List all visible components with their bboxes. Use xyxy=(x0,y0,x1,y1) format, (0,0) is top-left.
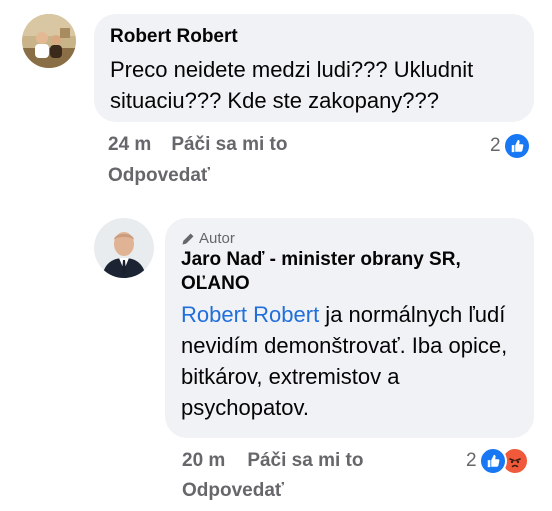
comment-bubble-robert: Robert Robert Preco neidete medzi ludi??… xyxy=(94,14,534,122)
reaction-count: 2 xyxy=(466,450,477,471)
like-button[interactable]: Páči sa mi to xyxy=(171,134,287,156)
comment-author[interactable]: Robert Robert xyxy=(110,26,518,48)
comment-author-line2: OĽANO xyxy=(181,273,250,294)
like-icon xyxy=(478,447,507,475)
author-badge: Autor xyxy=(181,230,518,247)
reaction-summary[interactable]: 2 xyxy=(490,132,531,160)
comment-actions: 24 m Páči sa mi to xyxy=(108,134,287,156)
comment-author-line1: Jaro Naď - minister obrany SR, xyxy=(181,249,461,270)
comment-timestamp[interactable]: 20 m xyxy=(182,450,225,472)
mention-link[interactable]: Robert Robert xyxy=(181,302,319,327)
comment-bubble-jaro: Autor Jaro Naď - minister obrany SR, OĽA… xyxy=(165,218,534,438)
pen-icon xyxy=(182,232,194,245)
like-button[interactable]: Páči sa mi to xyxy=(247,450,363,472)
reply-button[interactable]: Odpovedať xyxy=(108,165,210,187)
avatar-robert[interactable] xyxy=(22,14,76,68)
comment-timestamp[interactable]: 24 m xyxy=(108,134,151,156)
avatar-jaro[interactable] xyxy=(94,218,154,278)
comment-actions: 20 m Páči sa mi to xyxy=(182,450,363,472)
reaction-count: 2 xyxy=(490,135,501,156)
comment-text: Robert Robert ja normálnych ľudí nevidím… xyxy=(181,299,511,423)
reaction-summary[interactable]: 2 xyxy=(466,447,529,475)
author-badge-label: Autor xyxy=(199,230,235,247)
comment-text: Preco neidete medzi ludi??? Ukludnit sit… xyxy=(110,57,474,113)
comment-author[interactable]: Jaro Naď - minister obrany SR, OĽANO xyxy=(181,249,518,295)
like-icon xyxy=(502,132,531,160)
reply-button[interactable]: Odpovedať xyxy=(182,480,284,502)
